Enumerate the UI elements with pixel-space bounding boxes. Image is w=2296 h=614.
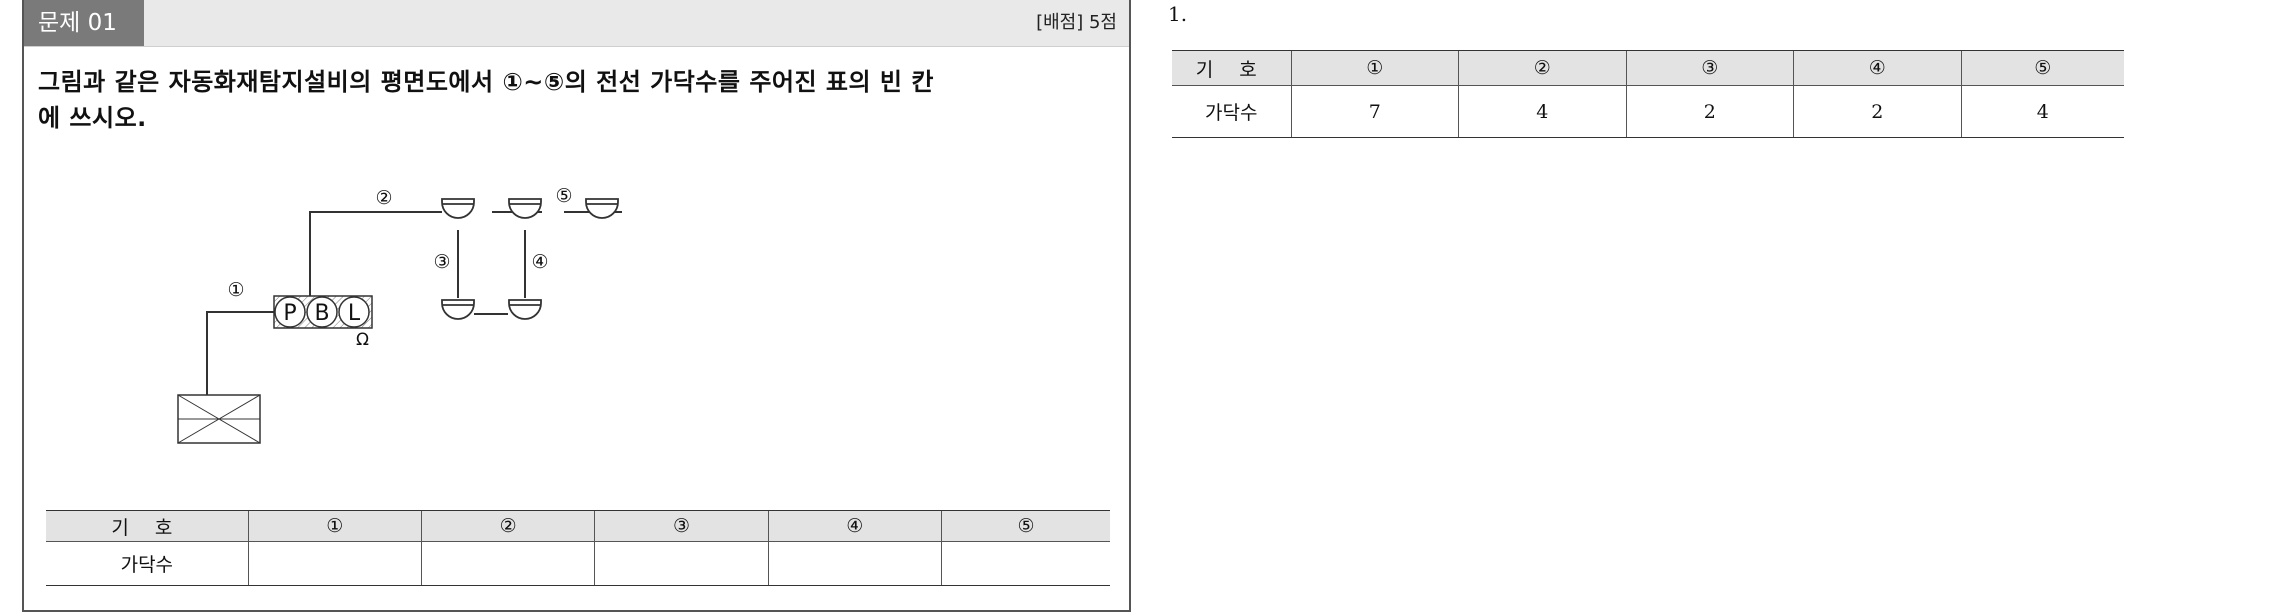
receiver-panel-icon (177, 394, 261, 444)
table-header-cell: ③ (594, 510, 769, 542)
omega-label: Ω (356, 330, 369, 350)
answer-value-cell: 7 (1290, 85, 1459, 138)
detector-icon (508, 198, 542, 219)
answer-value-cell: 2 (1625, 85, 1794, 138)
question-table-row: 가닥수 (46, 541, 1110, 586)
question-table-header-row: 기 호 ① ② ③ ④ ⑤ (46, 510, 1110, 542)
detector-icon (441, 198, 475, 219)
answer-number: 1. (1168, 2, 1188, 26)
table-header-cell: ① (247, 510, 422, 542)
floor-plan-diagram: P B L Ω ① ② ③ ④ ⑤ (177, 185, 622, 444)
answer-table-row: 가닥수 7 4 2 2 4 (1172, 85, 2124, 138)
wire-4-label: ④ (531, 251, 548, 273)
answer-value-cell: 4 (1960, 85, 2124, 138)
row-label-cell: 가닥수 (1172, 85, 1291, 138)
wire-3-label: ③ (433, 251, 450, 273)
blank-answer-cell (594, 541, 769, 586)
blank-answer-cell (940, 541, 1110, 586)
answer-value-cell: 2 (1793, 85, 1962, 138)
wire-5-label: ⑤ (555, 185, 572, 207)
row-label-cell: 가닥수 (46, 541, 249, 586)
detector-icon (508, 299, 542, 320)
table-header-cell: ② (420, 510, 595, 542)
l-label: L (348, 301, 361, 326)
table-header-cell: ① (1290, 50, 1459, 86)
table-header-cell: ⑤ (940, 510, 1110, 542)
problem-panel: 문제 01 [배점] 5점 그림과 같은 자동화재탐지설비의 평면도에서 ①~⑤… (22, 0, 1131, 612)
table-header-cell: ④ (1793, 50, 1962, 86)
table-header-cell: ④ (767, 510, 942, 542)
answer-table-header-row: 기 호 ① ② ③ ④ ⑤ (1172, 50, 2124, 86)
blank-answer-cell (420, 541, 595, 586)
detector-icon (441, 299, 475, 320)
question-table: 기 호 ① ② ③ ④ ⑤ 가닥수 (46, 510, 1110, 586)
table-header-cell: 기 호 (1172, 50, 1291, 86)
table-header-cell: ② (1458, 50, 1627, 86)
table-header-cell: ③ (1625, 50, 1794, 86)
blank-answer-cell (767, 541, 942, 586)
p-label: P (283, 301, 296, 326)
table-header-cell: 기 호 (46, 510, 249, 542)
b-label: B (314, 301, 329, 326)
blank-answer-cell (247, 541, 422, 586)
answer-value-cell: 4 (1458, 85, 1627, 138)
wire-2-line (309, 211, 442, 296)
table-header-cell: ⑤ (1960, 50, 2124, 86)
wire-1-line (206, 311, 274, 395)
wire-1-label: ① (227, 279, 244, 301)
detector-icon (585, 198, 619, 219)
wire-2-label: ② (375, 187, 392, 209)
answer-table: 기 호 ① ② ③ ④ ⑤ 가닥수 7 4 2 2 4 (1172, 50, 2124, 138)
